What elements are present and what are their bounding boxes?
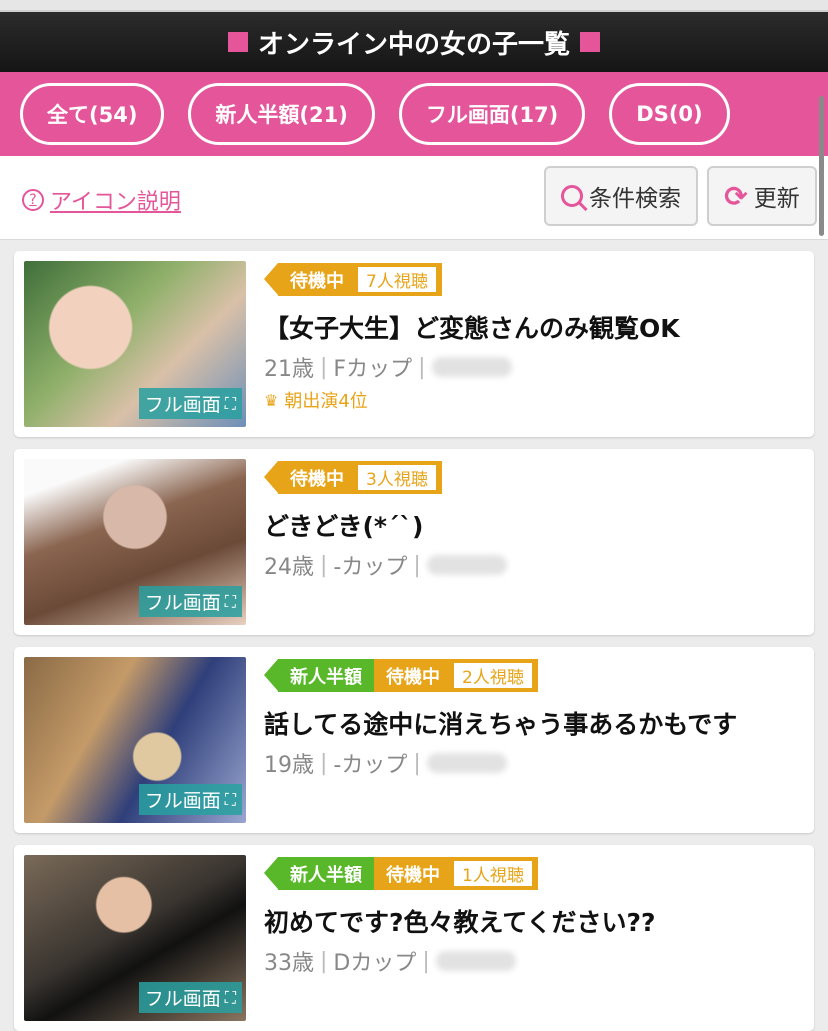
ranking-badge: ♛ 朝出演4位 — [264, 387, 368, 413]
cup-size: Dカップ — [333, 951, 417, 976]
separator: | — [413, 552, 421, 578]
crown-icon: ♛ — [264, 390, 279, 410]
separator: | — [320, 354, 328, 380]
separator: | — [320, 552, 328, 578]
expand-icon: ⛶ — [224, 987, 236, 1007]
performer-thumbnail[interactable]: フル画面 ⛶ — [24, 261, 246, 427]
performer-thumbnail[interactable]: フル画面 ⛶ — [24, 459, 246, 625]
status-tags: 新人半額 待機中 1人視聴 — [264, 857, 538, 890]
age: 24歳 — [264, 555, 314, 580]
viewer-count: 7人視聴 — [356, 265, 438, 294]
refresh-label: 更新 — [753, 186, 800, 212]
age: 21歳 — [264, 357, 314, 382]
fullscreen-badge: フル画面 ⛶ — [138, 784, 242, 815]
fullscreen-label: フル画面 — [144, 592, 221, 614]
new-half-price-tag: 新人半額 — [278, 857, 374, 890]
filter-fullscreen-button[interactable]: フル画面(17) — [398, 83, 586, 145]
fullscreen-badge: フル画面 ⛶ — [138, 388, 242, 419]
status-tags: 待機中 3人視聴 — [264, 461, 442, 494]
tool-row: ? アイコン説明 条件検索 ⟳ 更新 — [0, 156, 828, 240]
separator: | — [418, 354, 426, 380]
fullscreen-label: フル画面 — [144, 790, 221, 812]
section-header: オンライン中の女の子一覧 — [0, 12, 828, 72]
search-icon — [561, 185, 583, 207]
performer-title: 初めてです?色々教えてください?? — [264, 908, 656, 937]
rank-label: 朝出演4位 — [284, 391, 368, 412]
question-icon: ? — [22, 189, 44, 211]
status-label: 待機中 — [386, 864, 440, 886]
fullscreen-label: フル画面 — [144, 394, 221, 416]
search-label: 条件検索 — [589, 186, 681, 212]
status-label: 待機中 — [386, 666, 440, 688]
separator: | — [320, 948, 328, 974]
scrollbar[interactable] — [819, 96, 824, 236]
status-tags: 新人半額 待機中 2人視聴 — [264, 659, 538, 692]
status-tag: 待機中 7人視聴 — [278, 263, 442, 296]
top-strip — [0, 0, 828, 12]
filter-all-button[interactable]: 全て(54) — [20, 83, 165, 145]
pink-square-icon — [580, 32, 600, 52]
filter-new-half-price-button[interactable]: 新人半額(21) — [188, 83, 375, 145]
performer-title: 【女子大生】ど変態さんのみ観覧OK — [264, 314, 680, 343]
tag-arrow-icon — [264, 461, 278, 493]
performer-thumbnail[interactable]: フル画面 ⛶ — [24, 657, 246, 823]
performer-meta: 19歳 | -カップ | — [264, 747, 507, 779]
condition-search-button[interactable]: 条件検索 — [544, 166, 698, 226]
performer-title: 話してる途中に消えちゃう事あるかもです — [264, 710, 738, 739]
status-label: 待機中 — [290, 468, 344, 490]
status-tags: 待機中 7人視聴 — [264, 263, 442, 296]
refresh-icon: ⟳ — [724, 179, 748, 213]
separator: | — [413, 750, 421, 776]
pink-square-icon — [227, 32, 248, 52]
expand-icon: ⛶ — [224, 789, 236, 809]
blurred-text — [426, 753, 507, 773]
viewer-count: 1人視聴 — [452, 859, 534, 888]
performer-card[interactable]: フル画面 ⛶ 待機中 7人視聴 【女子大生】ど変態さんのみ観覧OK 21歳 | … — [14, 251, 814, 437]
age: 19歳 — [264, 753, 314, 778]
tag-arrow-icon — [264, 857, 278, 889]
age: 33歳 — [264, 951, 314, 976]
refresh-button[interactable]: ⟳ 更新 — [707, 166, 817, 226]
expand-icon: ⛶ — [224, 591, 236, 611]
blurred-text — [431, 357, 512, 377]
performer-title: どきどき(*´`) — [264, 512, 424, 541]
new-half-price-tag: 新人半額 — [278, 659, 374, 692]
separator: | — [320, 750, 328, 776]
separator: | — [422, 948, 430, 974]
cup-size: -カップ — [333, 555, 408, 580]
performer-card[interactable]: フル画面 ⛶ 新人半額 待機中 2人視聴 話してる途中に消えちゃう事あるかもです… — [14, 647, 814, 833]
status-tag: 待機中 3人視聴 — [278, 461, 442, 494]
cup-size: -カップ — [333, 753, 408, 778]
performer-meta: 24歳 | -カップ | — [264, 549, 507, 581]
status-tag: 待機中 2人視聴 — [374, 659, 538, 692]
status-tag: 待機中 1人視聴 — [374, 857, 538, 890]
performer-meta: 33歳 | Dカップ | — [264, 945, 516, 977]
performer-card[interactable]: フル画面 ⛶ 新人半額 待機中 1人視聴 初めてです?色々教えてください?? 3… — [14, 845, 814, 1031]
icon-help-label: アイコン説明 — [50, 190, 181, 215]
viewer-count: 3人視聴 — [356, 463, 438, 492]
blurred-text — [435, 951, 516, 971]
performer-meta: 21歳 | Fカップ | — [264, 351, 512, 383]
page-title: オンライン中の女の子一覧 — [257, 29, 570, 60]
icon-help-link[interactable]: ? アイコン説明 — [22, 184, 181, 216]
fullscreen-badge: フル画面 ⛶ — [138, 982, 242, 1013]
cup-size: Fカップ — [333, 357, 413, 382]
filter-ds-button[interactable]: DS(0) — [609, 83, 730, 145]
performer-thumbnail[interactable]: フル画面 ⛶ — [24, 855, 246, 1021]
tag-arrow-icon — [264, 263, 278, 295]
tag-arrow-icon — [264, 659, 278, 691]
fullscreen-label: フル画面 — [144, 988, 221, 1010]
viewer-count: 2人視聴 — [452, 661, 534, 690]
expand-icon: ⛶ — [224, 393, 236, 413]
filter-bar: 全て(54) 新人半額(21) フル画面(17) DS(0) — [0, 72, 828, 156]
blurred-text — [426, 555, 507, 575]
performer-card[interactable]: フル画面 ⛶ 待機中 3人視聴 どきどき(*´`) 24歳 | -カップ | — [14, 449, 814, 635]
fullscreen-badge: フル画面 ⛶ — [138, 586, 242, 617]
status-label: 待機中 — [290, 270, 344, 292]
